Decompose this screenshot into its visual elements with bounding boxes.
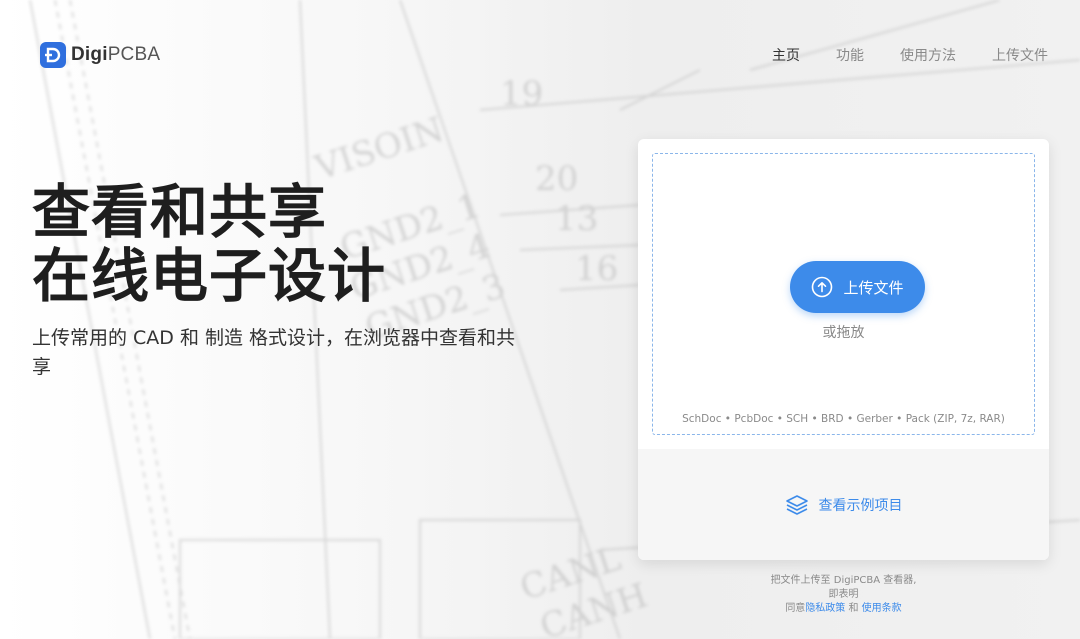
view-examples-label: 查看示例项目 <box>818 497 903 514</box>
terms-of-use-link[interactable]: 使用条款 <box>862 603 902 614</box>
terms-prefix: 同意 <box>785 603 806 614</box>
bg-label-visoin: VISOIN <box>309 110 448 189</box>
brand-name: DigiPCBA <box>71 44 160 66</box>
supported-formats: SchDoc • PcbDoc • SCH • BRD • Gerber • P… <box>682 413 1005 425</box>
or-drag-text: 或拖放 <box>822 325 865 341</box>
hero-title-line1: 查看和共享 <box>32 178 328 246</box>
upload-file-button[interactable]: 上传文件 <box>790 261 925 313</box>
bg-label-20: 20 <box>535 159 578 199</box>
terms-line2: 即表明 <box>828 589 859 600</box>
privacy-policy-link[interactable]: 隐私政策 <box>805 603 845 614</box>
terms-line3: 同意隐私政策 和 使用条款 <box>638 602 1049 616</box>
drop-zone[interactable]: 上传文件 或拖放 SchDoc • PcbDoc • SCH • BRD • G… <box>652 153 1035 435</box>
terms-and: 和 <box>845 603 862 614</box>
bg-label-16: 16 <box>575 249 618 289</box>
nav-item-upload-files[interactable]: 上传文件 <box>992 45 1048 65</box>
upload-button-label: 上传文件 <box>843 278 904 297</box>
upload-card: 上传文件 或拖放 SchDoc • PcbDoc • SCH • BRD • G… <box>638 139 1049 560</box>
nav-item-home[interactable]: 主页 <box>772 45 800 65</box>
nav-item-features[interactable]: 功能 <box>836 45 864 65</box>
bg-label-19: 19 <box>500 74 543 114</box>
top-nav: 主页 功能 使用方法 上传文件 <box>772 45 1048 65</box>
terms-line1: 把文件上传至 DigiPCBA 查看器, <box>770 575 917 586</box>
terms-notice: 把文件上传至 DigiPCBA 查看器, 即表明 同意隐私政策 和 使用条款 <box>638 574 1049 616</box>
hero-title: 查看和共享 在线电子设计 <box>32 180 386 308</box>
brand-name-light: PCBA <box>107 44 161 65</box>
brand-name-bold: Digi <box>71 44 108 65</box>
upload-arrow-icon <box>812 276 833 298</box>
bg-label-13: 13 <box>555 199 598 239</box>
logo-icon <box>40 42 66 68</box>
brand-logo[interactable]: DigiPCBA <box>40 42 160 68</box>
layers-icon <box>785 494 808 515</box>
hero-subtitle: 上传常用的 CAD 和 制造 格式设计，在浏览器中查看和共享 <box>32 327 516 378</box>
nav-item-how-to-use[interactable]: 使用方法 <box>900 45 956 65</box>
view-examples-button[interactable]: 查看示例项目 <box>638 449 1049 560</box>
hero-title-line2: 在线电子设计 <box>32 242 387 310</box>
